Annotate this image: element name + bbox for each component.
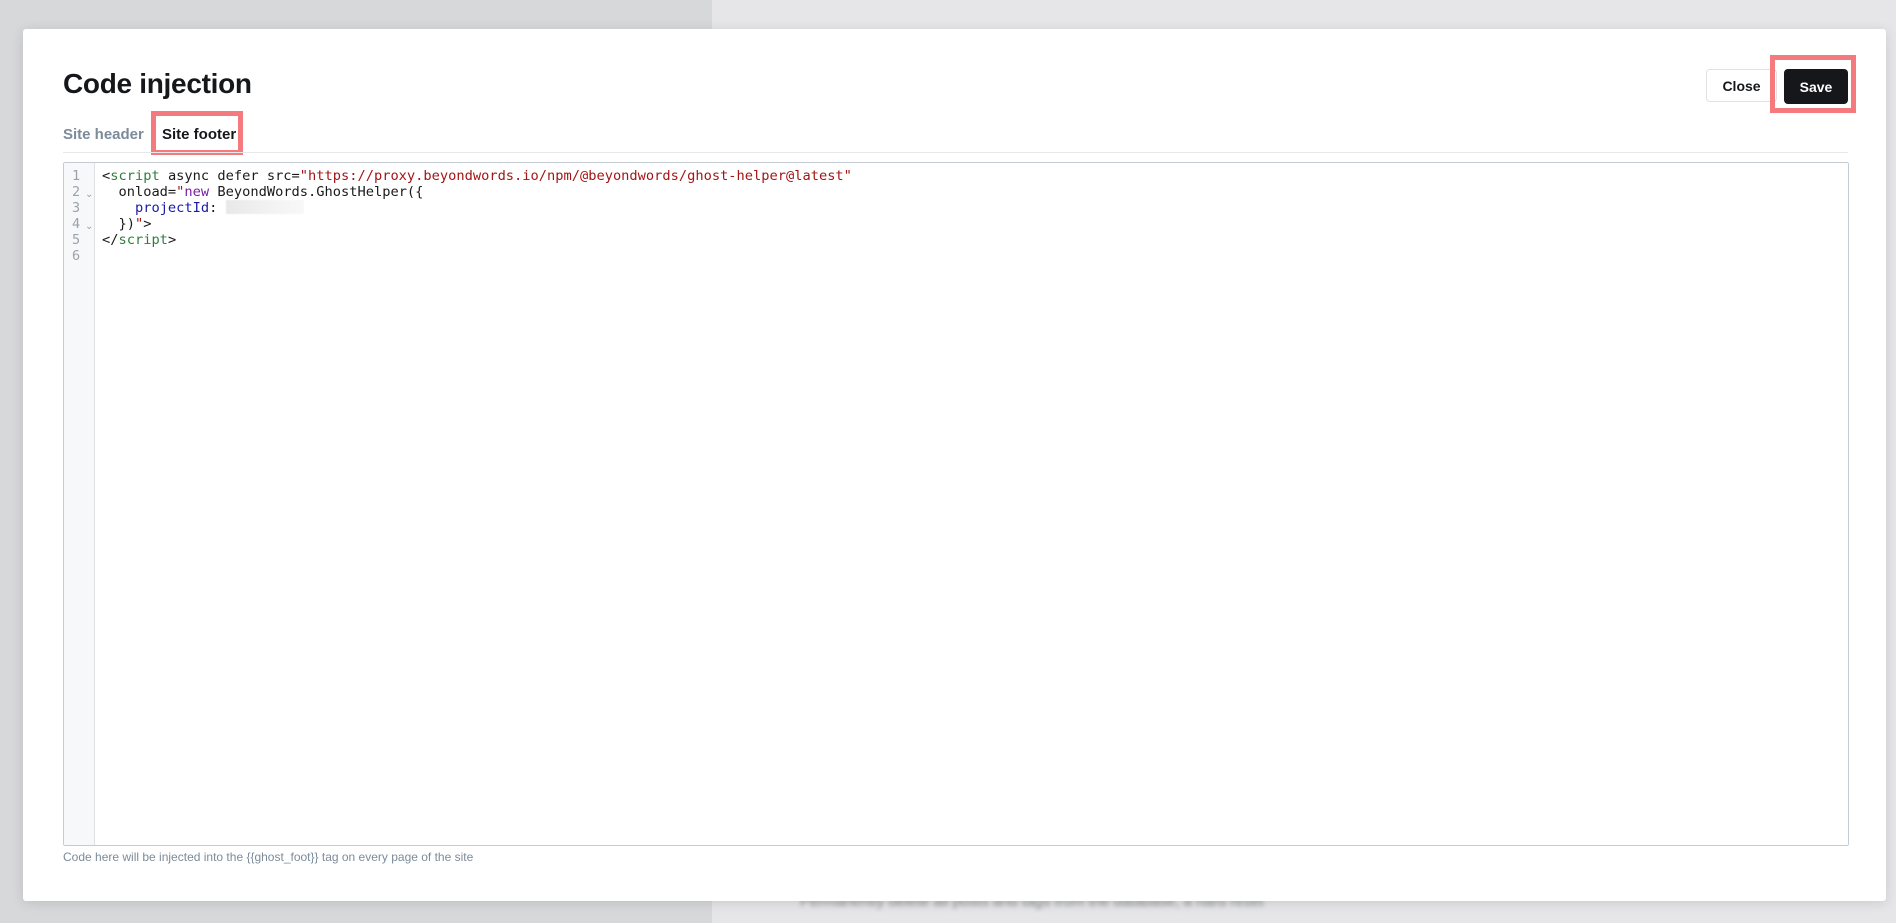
code-token: > bbox=[167, 232, 177, 248]
fold-chevron-icon[interactable]: ⌄ bbox=[85, 185, 93, 205]
close-button[interactable]: Close bbox=[1706, 69, 1777, 102]
page-title: Code injection bbox=[63, 68, 252, 99]
editor-gutter: 1 2 ⌄ 3 4 ⌄ 5 6 bbox=[64, 163, 95, 845]
editor-hint: Code here will be injected into the {{gh… bbox=[63, 850, 474, 864]
line-number: 6 bbox=[72, 248, 81, 264]
tab-site-footer[interactable]: Site footer bbox=[162, 126, 236, 143]
tab-site-header[interactable]: Site header bbox=[63, 126, 144, 143]
code-token: : bbox=[209, 200, 226, 216]
code-token: script bbox=[118, 232, 168, 248]
code-line-5[interactable]: </script> bbox=[102, 230, 176, 250]
save-button[interactable]: Save bbox=[1784, 69, 1848, 104]
fold-chevron-icon[interactable]: ⌄ bbox=[85, 217, 93, 237]
redacted-value bbox=[225, 200, 304, 214]
code-token: </ bbox=[102, 232, 119, 248]
code-injection-modal: Code injection Close Save Site header Si… bbox=[23, 29, 1886, 901]
tab-divider bbox=[63, 152, 1848, 153]
code-editor[interactable]: 1 2 ⌄ 3 4 ⌄ 5 6 <script async defer src=… bbox=[63, 162, 1849, 846]
